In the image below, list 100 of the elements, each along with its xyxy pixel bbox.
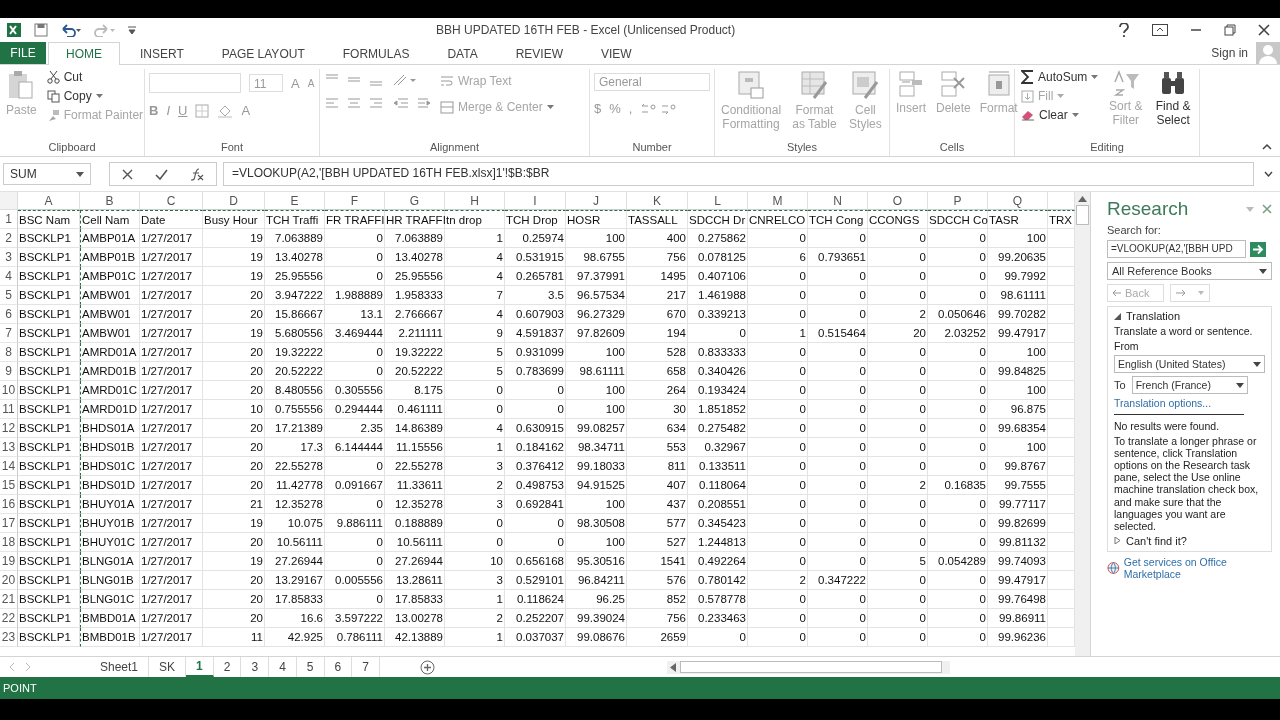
row-header[interactable]: 4 bbox=[0, 267, 18, 286]
row-header[interactable]: 18 bbox=[0, 533, 18, 552]
column-title: CNRELCO bbox=[749, 213, 806, 228]
table-cell-text: 0 bbox=[919, 497, 926, 512]
copy-button[interactable]: Copy bbox=[44, 88, 146, 104]
name-box[interactable]: SUM bbox=[3, 163, 91, 185]
row-header[interactable]: 20 bbox=[0, 571, 18, 590]
ribbon-display-icon[interactable] bbox=[1152, 24, 1168, 36]
ribbon-tab[interactable]: VIEW bbox=[583, 42, 650, 64]
cancel-icon[interactable] bbox=[122, 168, 133, 180]
undo-icon[interactable] bbox=[60, 23, 82, 37]
fill-color-icon[interactable] bbox=[217, 103, 234, 118]
column-header[interactable]: H bbox=[445, 192, 505, 210]
table-cell-text: 95.30516 bbox=[577, 554, 625, 569]
ribbon-tab[interactable]: DATA bbox=[429, 42, 496, 64]
row-header[interactable]: 17 bbox=[0, 514, 18, 533]
reference-dropdown[interactable]: All Reference Books bbox=[1107, 262, 1272, 280]
ribbon-tab[interactable]: PAGE LAYOUT bbox=[203, 42, 323, 64]
row-header[interactable]: 9 bbox=[0, 362, 18, 381]
row-header[interactable]: 1 bbox=[0, 210, 18, 229]
column-header[interactable]: G bbox=[385, 192, 445, 210]
column-header[interactable]: N bbox=[808, 192, 868, 210]
ribbon-tab[interactable]: INSERT bbox=[122, 42, 202, 64]
row-header[interactable]: 7 bbox=[0, 324, 18, 343]
sign-in-link[interactable]: Sign in bbox=[1203, 42, 1256, 64]
row-header[interactable]: 6 bbox=[0, 305, 18, 324]
column-header[interactable]: Q bbox=[988, 192, 1048, 210]
from-language-dropdown[interactable]: English (United States) bbox=[1114, 355, 1265, 374]
customize-icon[interactable] bbox=[128, 24, 136, 36]
table-cell-text: 4 bbox=[496, 269, 503, 284]
row-header[interactable]: 14 bbox=[0, 457, 18, 476]
insert-function-icon[interactable] bbox=[190, 167, 204, 181]
translation-options-link[interactable]: Translation options... bbox=[1114, 397, 1265, 410]
orientation-icon[interactable] bbox=[392, 73, 418, 87]
restore-icon[interactable] bbox=[1224, 24, 1236, 36]
column-header[interactable]: K bbox=[627, 192, 688, 210]
column-header[interactable]: I bbox=[505, 192, 566, 210]
row-header[interactable]: 3 bbox=[0, 248, 18, 267]
help-icon[interactable] bbox=[1118, 23, 1130, 37]
row-header[interactable]: 11 bbox=[0, 400, 18, 419]
column-header[interactable]: F bbox=[325, 192, 385, 210]
column-header[interactable]: E bbox=[265, 192, 325, 210]
row-header[interactable]: 5 bbox=[0, 286, 18, 305]
cut-button[interactable]: Cut bbox=[44, 69, 146, 85]
column-header[interactable]: B bbox=[80, 192, 140, 210]
ribbon-tab[interactable]: REVIEW bbox=[497, 42, 581, 64]
table-cell-text: 194 bbox=[666, 326, 686, 341]
row-header[interactable]: 19 bbox=[0, 552, 18, 571]
office-services-link[interactable]: Get services on Office Marketplace bbox=[1123, 555, 1272, 580]
row-header[interactable]: 16 bbox=[0, 495, 18, 514]
sheet-tab[interactable]: 1 bbox=[186, 657, 214, 677]
pane-options-icon[interactable] bbox=[1246, 206, 1254, 212]
file-tab[interactable]: FILE bbox=[0, 42, 46, 64]
save-icon[interactable] bbox=[34, 23, 48, 37]
column-header[interactable]: J bbox=[566, 192, 627, 210]
row-header[interactable]: 2 bbox=[0, 229, 18, 248]
column-header[interactable]: C bbox=[140, 192, 203, 210]
enter-check-icon[interactable] bbox=[155, 168, 168, 180]
font-name-field[interactable] bbox=[149, 73, 241, 93]
close-icon[interactable] bbox=[1258, 24, 1270, 36]
row-header[interactable]: 13 bbox=[0, 438, 18, 457]
ribbon-tab[interactable]: HOME bbox=[48, 42, 120, 65]
redo-icon[interactable] bbox=[94, 23, 116, 37]
table-cell-text: 0 bbox=[799, 497, 806, 512]
formula-field[interactable]: =VLOOKUP(A2,'[BBH UPDATED 16TH FEB.xlsx]1'!$B:$BR bbox=[223, 162, 1254, 186]
column-header[interactable]: L bbox=[688, 192, 748, 210]
translation-header[interactable]: Translation bbox=[1114, 310, 1265, 322]
ribbon-tab[interactable]: FORMULAS bbox=[324, 42, 428, 64]
row-header[interactable]: 8 bbox=[0, 343, 18, 362]
clear-button[interactable]: Clear bbox=[1019, 107, 1101, 123]
row-header[interactable]: 10 bbox=[0, 381, 18, 400]
collapse-ribbon-icon[interactable] bbox=[1262, 143, 1272, 150]
borders-icon[interactable] bbox=[195, 103, 210, 118]
table-cell-text: 1541 bbox=[660, 554, 686, 569]
avatar-icon[interactable] bbox=[1256, 42, 1280, 64]
cant-find-header[interactable]: Can't find it? bbox=[1114, 534, 1265, 547]
indent-icons[interactable] bbox=[392, 97, 432, 111]
row-header[interactable]: 22 bbox=[0, 609, 18, 628]
find-select-button[interactable]: Find & Select bbox=[1151, 69, 1195, 129]
row-header[interactable]: 15 bbox=[0, 476, 18, 495]
scroll-thumb[interactable] bbox=[680, 661, 942, 673]
column-header[interactable]: D bbox=[203, 192, 265, 210]
column-header[interactable]: M bbox=[748, 192, 808, 210]
column-header[interactable]: O bbox=[868, 192, 928, 210]
row-header[interactable]: 23 bbox=[0, 628, 18, 647]
column-header[interactable]: A bbox=[18, 192, 80, 210]
scroll-thumb[interactable] bbox=[1076, 205, 1089, 225]
add-sheet-icon[interactable] bbox=[419, 659, 435, 675]
go-arrow-icon[interactable] bbox=[1250, 241, 1266, 257]
scroll-left-icon[interactable] bbox=[670, 662, 676, 672]
row-header[interactable]: 12 bbox=[0, 419, 18, 438]
expand-icon[interactable] bbox=[1264, 171, 1273, 177]
row-header[interactable]: 21 bbox=[0, 590, 18, 609]
autosum-button[interactable]: AutoSum bbox=[1019, 69, 1101, 85]
horizontal-scrollbar[interactable] bbox=[667, 660, 950, 674]
scroll-up-icon[interactable] bbox=[1078, 196, 1087, 202]
column-header[interactable]: P bbox=[928, 192, 988, 210]
search-field[interactable]: =VLOOKUP(A2,'[BBH UPD bbox=[1107, 240, 1246, 258]
to-language-dropdown[interactable]: French (France) bbox=[1131, 376, 1248, 395]
vertical-scrollbar[interactable] bbox=[1075, 192, 1090, 656]
